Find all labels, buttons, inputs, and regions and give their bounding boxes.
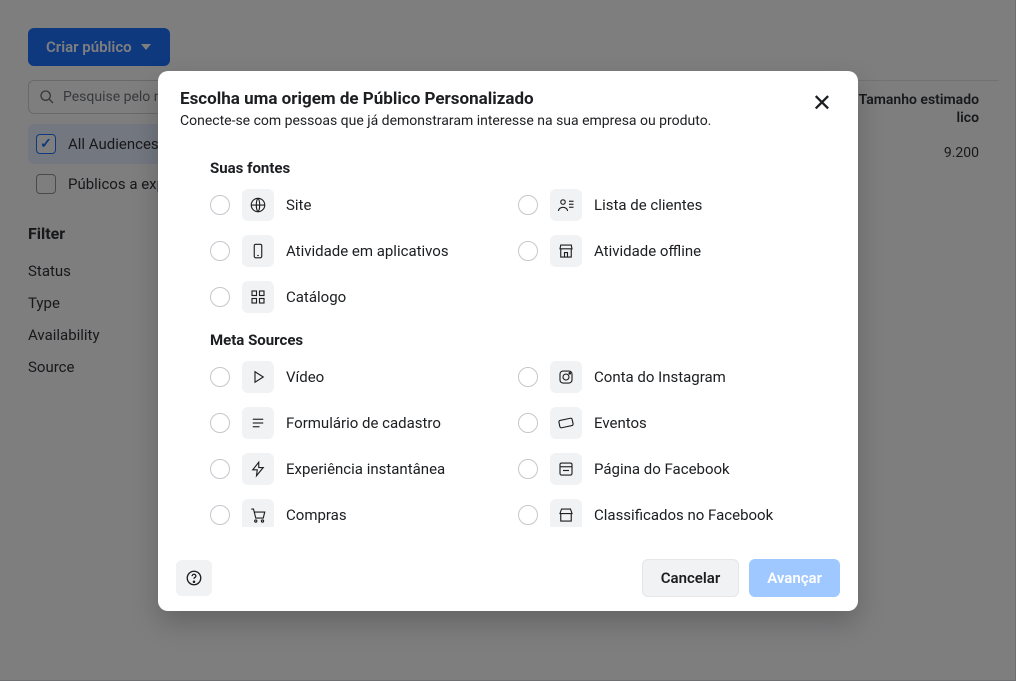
- option-marketplace-label: Classificados no Facebook: [594, 506, 773, 524]
- option-marketplace[interactable]: Classificados no Facebook: [518, 499, 806, 527]
- grid-icon: [249, 288, 267, 306]
- option-catalog[interactable]: Catálogo: [210, 281, 498, 313]
- radio-app-activity[interactable]: [210, 241, 230, 261]
- marketplace-icon: [557, 506, 575, 524]
- option-video-label: Vídeo: [286, 368, 324, 386]
- page-icon: [557, 460, 575, 478]
- option-events-label: Eventos: [594, 414, 647, 432]
- instagram-icon: [557, 368, 575, 386]
- option-lead-form[interactable]: Formulário de cadastro: [210, 407, 498, 439]
- radio-instant-experience[interactable]: [210, 459, 230, 479]
- radio-catalog[interactable]: [210, 287, 230, 307]
- option-instant-experience-label: Experiência instantânea: [286, 460, 445, 478]
- radio-shopping[interactable]: [210, 505, 230, 525]
- option-instagram-label: Conta do Instagram: [594, 368, 726, 386]
- radio-lead-form[interactable]: [210, 413, 230, 433]
- option-app-activity[interactable]: Atividade em aplicativos: [210, 235, 498, 267]
- form-icon: [249, 414, 267, 432]
- question-icon: [185, 569, 203, 587]
- radio-offline-activity[interactable]: [518, 241, 538, 261]
- cancel-button[interactable]: Cancelar: [642, 559, 740, 597]
- option-site[interactable]: Site: [210, 189, 498, 221]
- modal-subtitle: Conecte-se com pessoas que já demonstrar…: [180, 113, 711, 129]
- help-button[interactable]: [176, 560, 212, 596]
- option-shopping-label: Compras: [286, 506, 347, 524]
- option-offline-activity-label: Atividade offline: [594, 242, 701, 260]
- option-lead-form-label: Formulário de cadastro: [286, 414, 441, 432]
- globe-icon: [249, 196, 267, 214]
- store-icon: [557, 242, 575, 260]
- close-button[interactable]: ✕: [808, 89, 836, 117]
- radio-site[interactable]: [210, 195, 230, 215]
- option-customer-list-label: Lista de clientes: [594, 196, 702, 214]
- next-button[interactable]: Avançar: [749, 559, 840, 597]
- your-sources-heading: Suas fontes: [210, 159, 806, 177]
- bolt-icon: [249, 460, 267, 478]
- option-app-activity-label: Atividade em aplicativos: [286, 242, 449, 260]
- modal: Escolha uma origem de Público Personaliz…: [158, 71, 858, 611]
- play-icon: [249, 368, 267, 386]
- modal-overlay: Escolha uma origem de Público Personaliz…: [0, 0, 1016, 681]
- option-instant-experience[interactable]: Experiência instantânea: [210, 453, 498, 485]
- option-site-label: Site: [286, 196, 311, 214]
- modal-title: Escolha uma origem de Público Personaliz…: [180, 89, 711, 109]
- ticket-icon: [557, 414, 575, 432]
- option-shopping[interactable]: Compras: [210, 499, 498, 527]
- close-icon: ✕: [812, 89, 832, 117]
- radio-facebook-page[interactable]: [518, 459, 538, 479]
- cart-icon: [249, 506, 267, 524]
- radio-events[interactable]: [518, 413, 538, 433]
- option-customer-list[interactable]: Lista de clientes: [518, 189, 806, 221]
- option-video[interactable]: Vídeo: [210, 361, 498, 393]
- radio-instagram[interactable]: [518, 367, 538, 387]
- option-offline-activity[interactable]: Atividade offline: [518, 235, 806, 267]
- radio-marketplace[interactable]: [518, 505, 538, 525]
- radio-video[interactable]: [210, 367, 230, 387]
- option-instagram[interactable]: Conta do Instagram: [518, 361, 806, 393]
- option-catalog-label: Catálogo: [286, 288, 346, 306]
- option-facebook-page[interactable]: Página do Facebook: [518, 453, 806, 485]
- mobile-icon: [249, 242, 267, 260]
- radio-customer-list[interactable]: [518, 195, 538, 215]
- option-events[interactable]: Eventos: [518, 407, 806, 439]
- users-icon: [557, 196, 575, 214]
- meta-sources-heading: Meta Sources: [210, 331, 806, 349]
- option-facebook-page-label: Página do Facebook: [594, 460, 730, 478]
